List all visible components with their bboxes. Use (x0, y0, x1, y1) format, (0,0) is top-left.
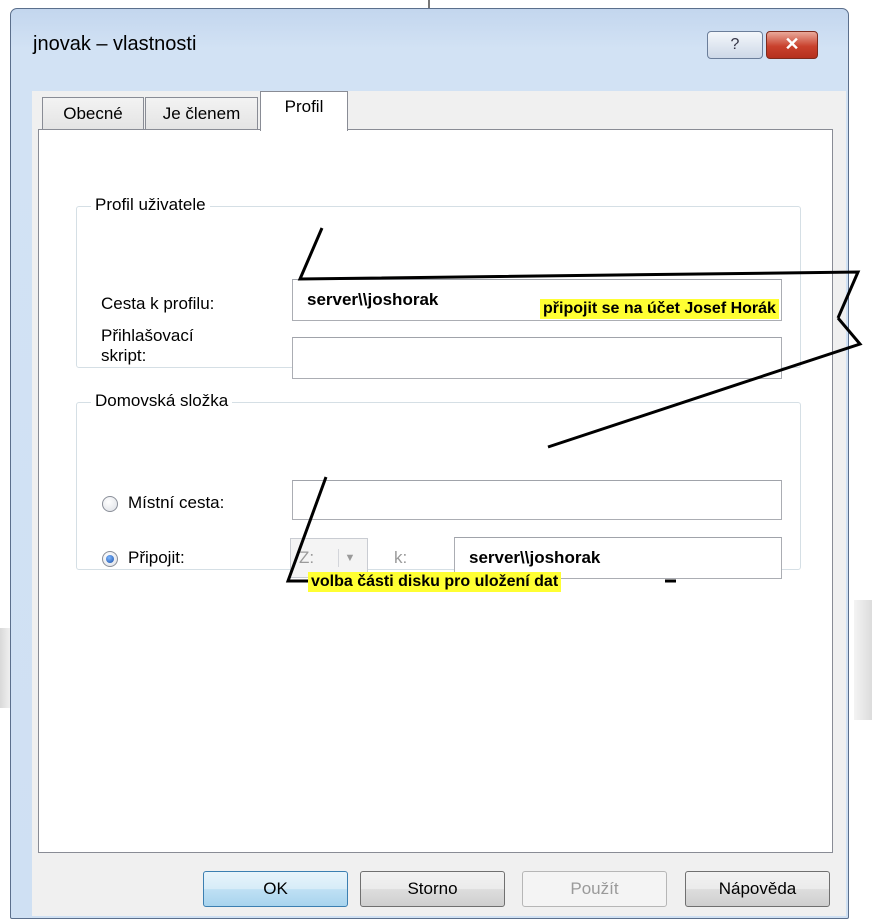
background-mark (428, 0, 430, 8)
window-title: jnovak – vlastnosti (33, 33, 197, 55)
connect-label[interactable]: Připojit: (128, 548, 185, 568)
local-path-field[interactable] (292, 480, 782, 520)
dialog-client-area: Obecné Je členem Profil Profil uživatele… (32, 91, 846, 916)
tab-profil[interactable]: Profil (260, 91, 348, 131)
connect-radio[interactable] (102, 551, 118, 567)
ok-button[interactable]: OK (203, 871, 348, 907)
help-title-button[interactable]: ? (707, 31, 763, 59)
logon-script-field[interactable] (292, 337, 782, 379)
cancel-button[interactable]: Storno (360, 871, 505, 907)
background-window-edge-right (854, 600, 872, 720)
logon-script-label-line2: skript: (101, 346, 147, 365)
local-path-label[interactable]: Místní cesta: (128, 493, 224, 513)
profile-path-label: Cesta k profilu: (101, 294, 215, 313)
connect-to-label: k: (394, 548, 408, 567)
tab-obecne[interactable]: Obecné (42, 97, 144, 131)
help-button[interactable]: Nápověda (685, 871, 830, 907)
tab-je-clenem[interactable]: Je členem (145, 97, 258, 131)
drive-letter-value: Z: (299, 548, 315, 567)
apply-button[interactable]: Použít (522, 871, 667, 907)
logon-script-label-line1: Přihlašovací (101, 326, 194, 345)
chevron-down-icon: ▼ (338, 549, 361, 567)
close-icon: ✕ (784, 34, 800, 54)
account-annotation: připojit se na účet Josef Horák (540, 299, 779, 319)
home-group-legend: Domovská složka (91, 391, 233, 411)
profile-group-legend: Profil uživatele (91, 195, 210, 215)
question-mark-icon: ? (730, 36, 740, 53)
properties-dialog: jnovak – vlastnosti ? ✕ Obecné Je členem… (10, 8, 849, 919)
tab-panel-profil: Profil uživatele Cesta k profilu: server… (38, 129, 833, 853)
close-button[interactable]: ✕ (766, 31, 818, 59)
local-path-radio[interactable] (102, 496, 118, 512)
drive-annotation: volba části disku pro uložení dat (308, 572, 562, 592)
logon-script-label: Přihlašovací skript: (101, 326, 194, 366)
